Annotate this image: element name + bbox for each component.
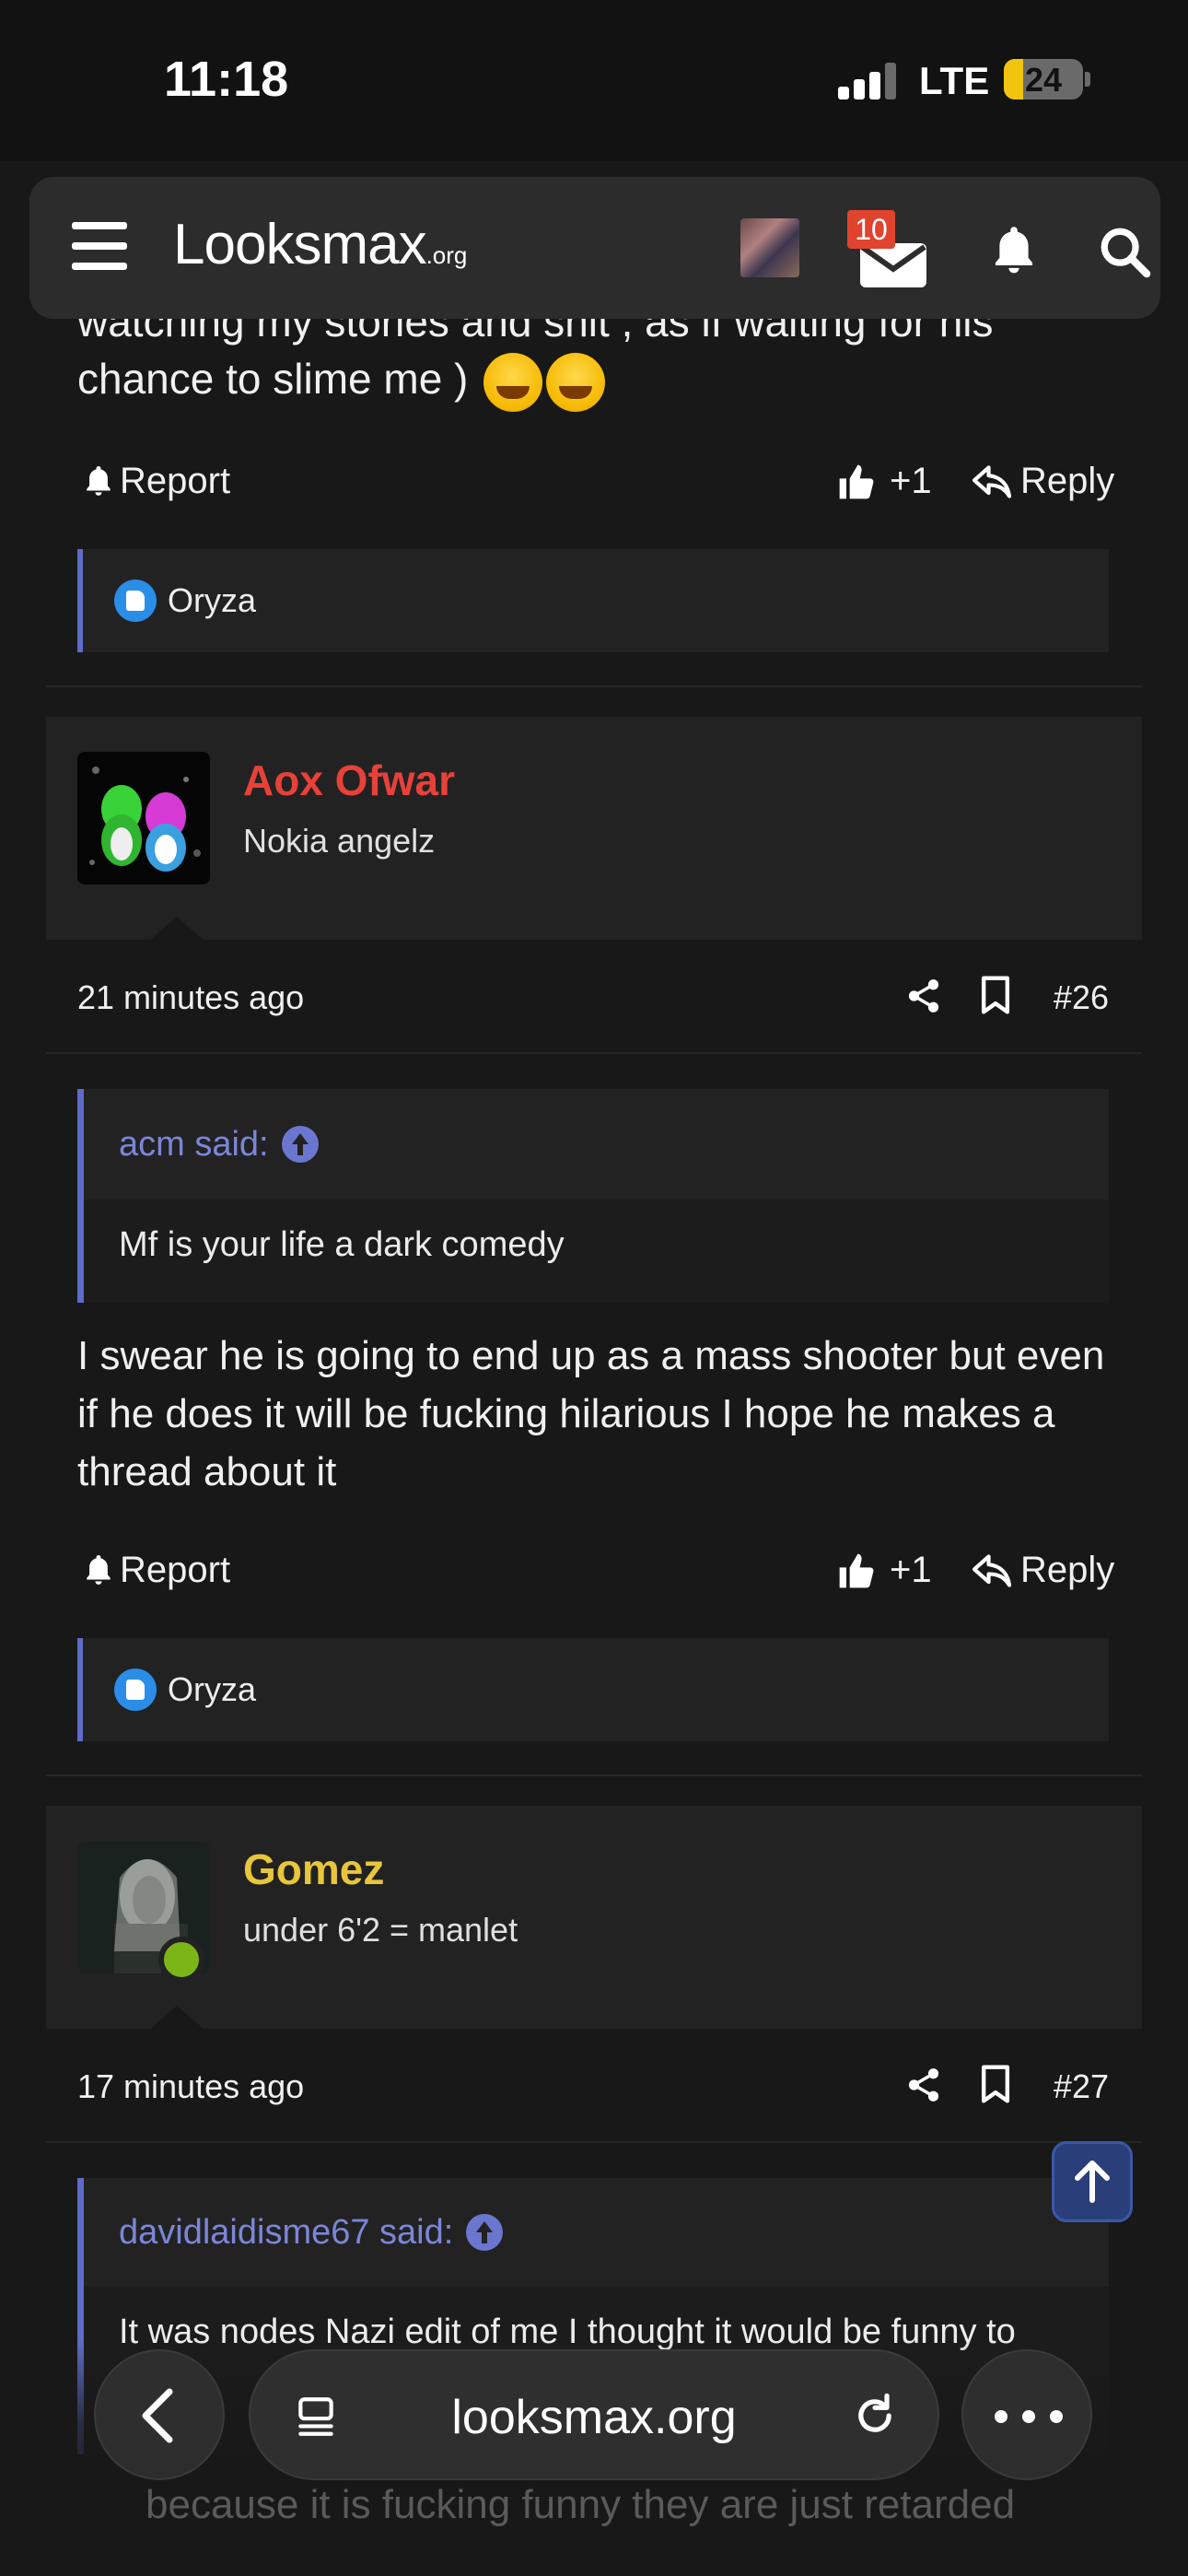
like-button[interactable]: +1	[836, 1550, 932, 1591]
battery-tip	[1085, 72, 1090, 87]
post-time[interactable]: 17 minutes ago	[77, 2067, 304, 2106]
menu-icon[interactable]	[72, 222, 127, 270]
reactions-bar[interactable]: Oryza	[77, 549, 1109, 652]
post-number[interactable]: #26	[1054, 978, 1109, 1017]
quote-text: Mf is your life a dark comedy	[84, 1200, 1109, 1303]
more-options-button[interactable]	[961, 2349, 1092, 2480]
address-bar[interactable]: looksmax.org	[249, 2349, 939, 2480]
user-block-pointer	[149, 2006, 204, 2030]
username[interactable]: Gomez	[243, 1844, 384, 1894]
prev-post-line2: chance to slime me )	[77, 350, 1109, 412]
alerts-bell-icon[interactable]	[987, 225, 1041, 278]
reply-icon	[973, 1553, 1011, 1587]
quote-block: acm said: Mf is your life a dark comedy	[77, 1089, 1109, 1303]
like-reaction-icon	[114, 1669, 157, 1711]
reaction-user: Oryza	[168, 1670, 257, 1708]
bookmark-icon[interactable]	[980, 975, 1011, 1015]
thread-content: watching my stories and shit , as if wai…	[0, 0, 1188, 2576]
post-meta: 17 minutes ago #27	[77, 2058, 1109, 2113]
post-divider	[46, 685, 1142, 687]
report-button[interactable]: Report	[83, 461, 230, 502]
arrow-up-icon	[1075, 2160, 1110, 2203]
reply-icon	[973, 464, 1011, 498]
prev-post-line2-text: chance to slime me )	[77, 355, 469, 403]
user-title: under 6'2 = manlet	[243, 1911, 518, 1949]
battery-level: 24	[1024, 61, 1063, 99]
quote-header[interactable]: acm said:	[84, 1089, 1109, 1200]
status-bar: 11:18 LTE 24	[0, 0, 1188, 161]
more-dots-icon	[995, 2410, 1063, 2423]
chevron-left-icon	[142, 2388, 173, 2443]
post-meta: 21 minutes ago #26	[77, 969, 1109, 1025]
post-body: I swear he is going to end up as a mass …	[77, 1333, 1105, 1494]
reactions-bar[interactable]: Oryza	[77, 1638, 1109, 1741]
reply-label: Reply	[1020, 461, 1115, 501]
share-icon[interactable]	[904, 2066, 943, 2104]
like-count: +1	[890, 461, 932, 501]
inbox-badge: 10	[847, 210, 895, 249]
report-label: Report	[120, 461, 231, 501]
post-user-block: Gomez under 6'2 = manlet	[46, 1806, 1142, 2030]
post-user-block: Aox Ofwar Nokia angelz	[46, 717, 1142, 941]
avatar[interactable]	[77, 752, 210, 884]
url-text[interactable]: looksmax.org	[250, 2390, 938, 2445]
post-time[interactable]: 21 minutes ago	[77, 978, 304, 1017]
like-count: +1	[890, 1550, 932, 1590]
back-button[interactable]	[94, 2349, 225, 2480]
battery-icon: 24	[1004, 59, 1083, 100]
report-label: Report	[120, 1550, 231, 1590]
site-header: Looksmax.org 10	[29, 177, 1160, 319]
online-status-dot	[158, 1937, 204, 1983]
reply-button[interactable]: Reply	[973, 461, 1114, 502]
cellular-signal-icon	[838, 63, 897, 100]
user-title: Nokia angelz	[243, 822, 436, 860]
avatar-image	[77, 752, 210, 884]
user-block-pointer	[149, 917, 204, 941]
logo-suffix: .org	[425, 241, 468, 269]
meta-divider	[46, 1052, 1142, 1054]
rofl-emoji-icon	[483, 352, 543, 412]
like-reaction-icon	[114, 580, 157, 622]
go-to-quote-icon[interactable]	[466, 2214, 504, 2251]
thumbs-up-icon	[839, 464, 874, 498]
quote-author[interactable]: davidlaidisme67 said:	[119, 2213, 453, 2253]
share-icon[interactable]	[904, 977, 943, 1015]
prev-post-actions: Report +1 Reply	[77, 450, 1114, 514]
logo-main: Looksmax	[173, 213, 427, 276]
reply-label: Reply	[1020, 1550, 1115, 1590]
thumbs-up-icon	[839, 1553, 874, 1587]
report-button[interactable]: Report	[83, 1550, 230, 1591]
reaction-user: Oryza	[168, 581, 257, 619]
search-icon[interactable]	[1098, 225, 1151, 278]
post-number[interactable]: #27	[1054, 2067, 1109, 2106]
bookmark-icon[interactable]	[980, 2064, 1011, 2104]
reload-icon[interactable]	[851, 2392, 899, 2440]
meta-divider	[46, 2141, 1142, 2143]
site-logo[interactable]: Looksmax.org	[173, 212, 467, 277]
post-divider	[46, 1774, 1142, 1776]
rofl-emoji-icon	[546, 352, 606, 412]
reply-button[interactable]: Reply	[973, 1550, 1114, 1591]
clock: 11:18	[164, 52, 289, 107]
bell-icon	[87, 465, 111, 496]
username[interactable]: Aox Ofwar	[243, 755, 455, 805]
bell-icon	[87, 1554, 111, 1585]
scroll-to-top-button[interactable]	[1052, 2141, 1133, 2222]
post-body-partial: because it is fucking funny they are jus…	[146, 2482, 1016, 2527]
quote-header[interactable]: davidlaidisme67 said:	[84, 2178, 1109, 2287]
like-button[interactable]: +1	[836, 461, 932, 502]
account-avatar[interactable]	[740, 218, 799, 277]
post-actions: Report +1 Reply	[77, 1539, 1114, 1603]
quote-author[interactable]: acm said:	[119, 1125, 269, 1165]
go-to-quote-icon[interactable]	[281, 1126, 319, 1163]
network-type: LTE	[919, 59, 990, 102]
